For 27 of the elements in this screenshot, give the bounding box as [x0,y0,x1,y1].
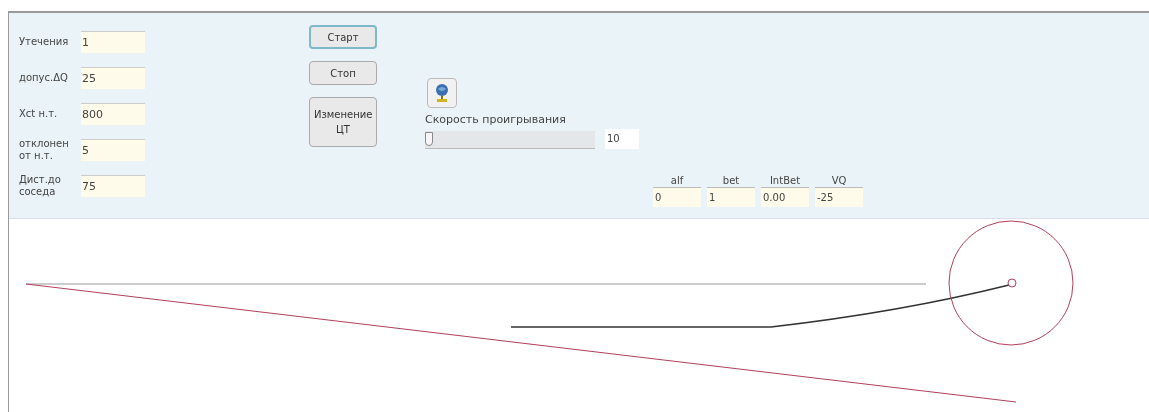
globe-icon [433,83,451,103]
field-label: допус.ΔQ [19,72,69,84]
input-field[interactable]: 0 [653,187,701,207]
globe-button[interactable] [427,78,457,108]
column-label: alf [670,174,684,187]
column-label: bet [722,174,740,187]
input-field[interactable]: 1 [81,31,145,53]
action-button[interactable]: Изменение ЦТ [309,97,377,147]
field-label: Дист.до соседа [19,174,62,198]
column-label: IntBet [769,174,801,187]
slider-track[interactable] [425,130,595,149]
input-field[interactable]: 5 [81,139,145,161]
input-field[interactable]: 0.00 [761,187,809,207]
input-field[interactable]: 1 [707,187,755,207]
input-field[interactable]: -25 [815,187,863,207]
input-field[interactable]: 75 [81,175,145,197]
input-field[interactable]: 25 [81,67,145,89]
action-button[interactable]: Старт [309,25,377,49]
field-label: Xct н.т. [19,108,59,120]
column-label: VQ [831,174,847,187]
input-field[interactable]: 800 [81,103,145,125]
speed-value: 10 [605,128,639,149]
field-label: Утечения [19,36,70,48]
speed-label: Скорость проигрывания [425,112,567,128]
slider-thumb[interactable] [425,131,433,146]
field-label: отклонен от н.т. [19,138,70,162]
action-button[interactable]: Стоп [309,61,377,85]
